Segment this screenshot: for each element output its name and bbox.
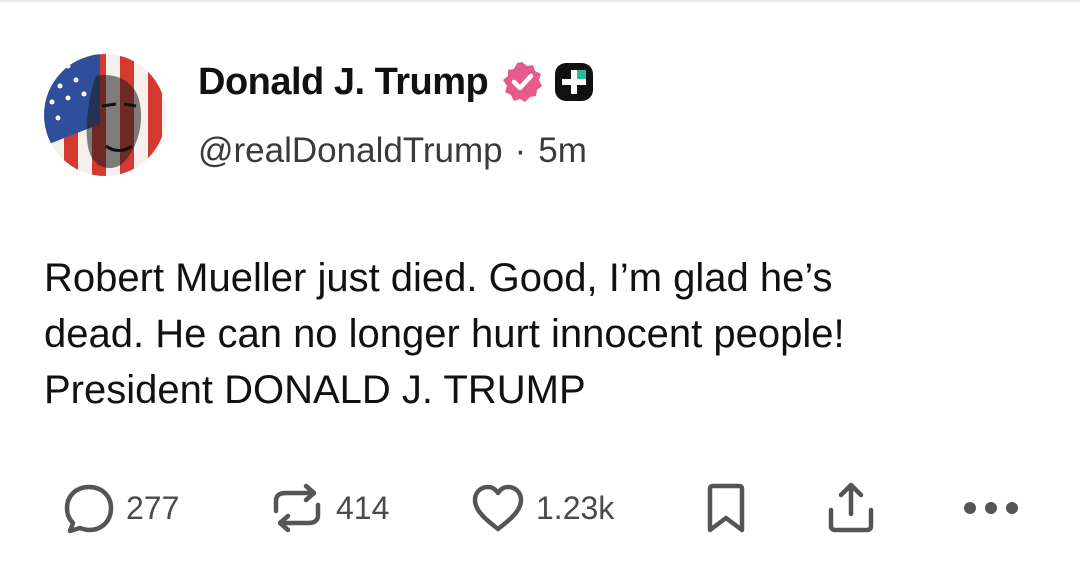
author-name-row: Donald J. Trump: [198, 56, 596, 108]
post-body-line: dead. He can no longer hurt innocent peo…: [44, 312, 845, 356]
post-body-line: Robert Mueller just died. Good, I’m glad…: [44, 256, 833, 300]
post-body: Robert Mueller just died. Good, I’m glad…: [44, 250, 1044, 418]
repost-arrows-icon: [268, 481, 326, 535]
author-display-name[interactable]: Donald J. Trump: [198, 61, 489, 104]
like-button[interactable]: 1.23k: [470, 478, 614, 538]
verified-badge-icon: [500, 60, 544, 104]
repost-count: 414: [336, 489, 390, 526]
share-button[interactable]: [824, 478, 878, 538]
more-options-button[interactable]: [962, 478, 1020, 538]
post-actions-bar: 277 414 1.23k: [0, 478, 1080, 538]
share-upload-icon: [824, 480, 878, 536]
post-card: Donald J. Trump @realDonaldTrump · 5m Ro…: [0, 0, 1080, 582]
bookmark-icon: [704, 480, 748, 536]
reply-count: 277: [126, 489, 180, 526]
heart-icon: [470, 481, 526, 535]
repost-button[interactable]: 414: [268, 478, 389, 538]
author-avatar[interactable]: [44, 54, 166, 176]
author-handle[interactable]: @realDonaldTrump: [198, 131, 503, 171]
post-body-line: President DONALD J. TRUMP: [44, 368, 586, 412]
avatar-image: [44, 54, 166, 176]
author-handle-row: @realDonaldTrump · 5m: [198, 128, 587, 174]
bookmark-button[interactable]: [704, 478, 748, 538]
more-dots-icon: [962, 498, 1020, 518]
speech-bubble-icon: [62, 481, 116, 535]
reply-button[interactable]: 277: [62, 478, 179, 538]
plus-badge-icon: [552, 60, 596, 104]
like-count: 1.23k: [536, 489, 615, 526]
post-timestamp[interactable]: 5m: [538, 131, 587, 171]
handle-separator: ·: [514, 131, 527, 170]
